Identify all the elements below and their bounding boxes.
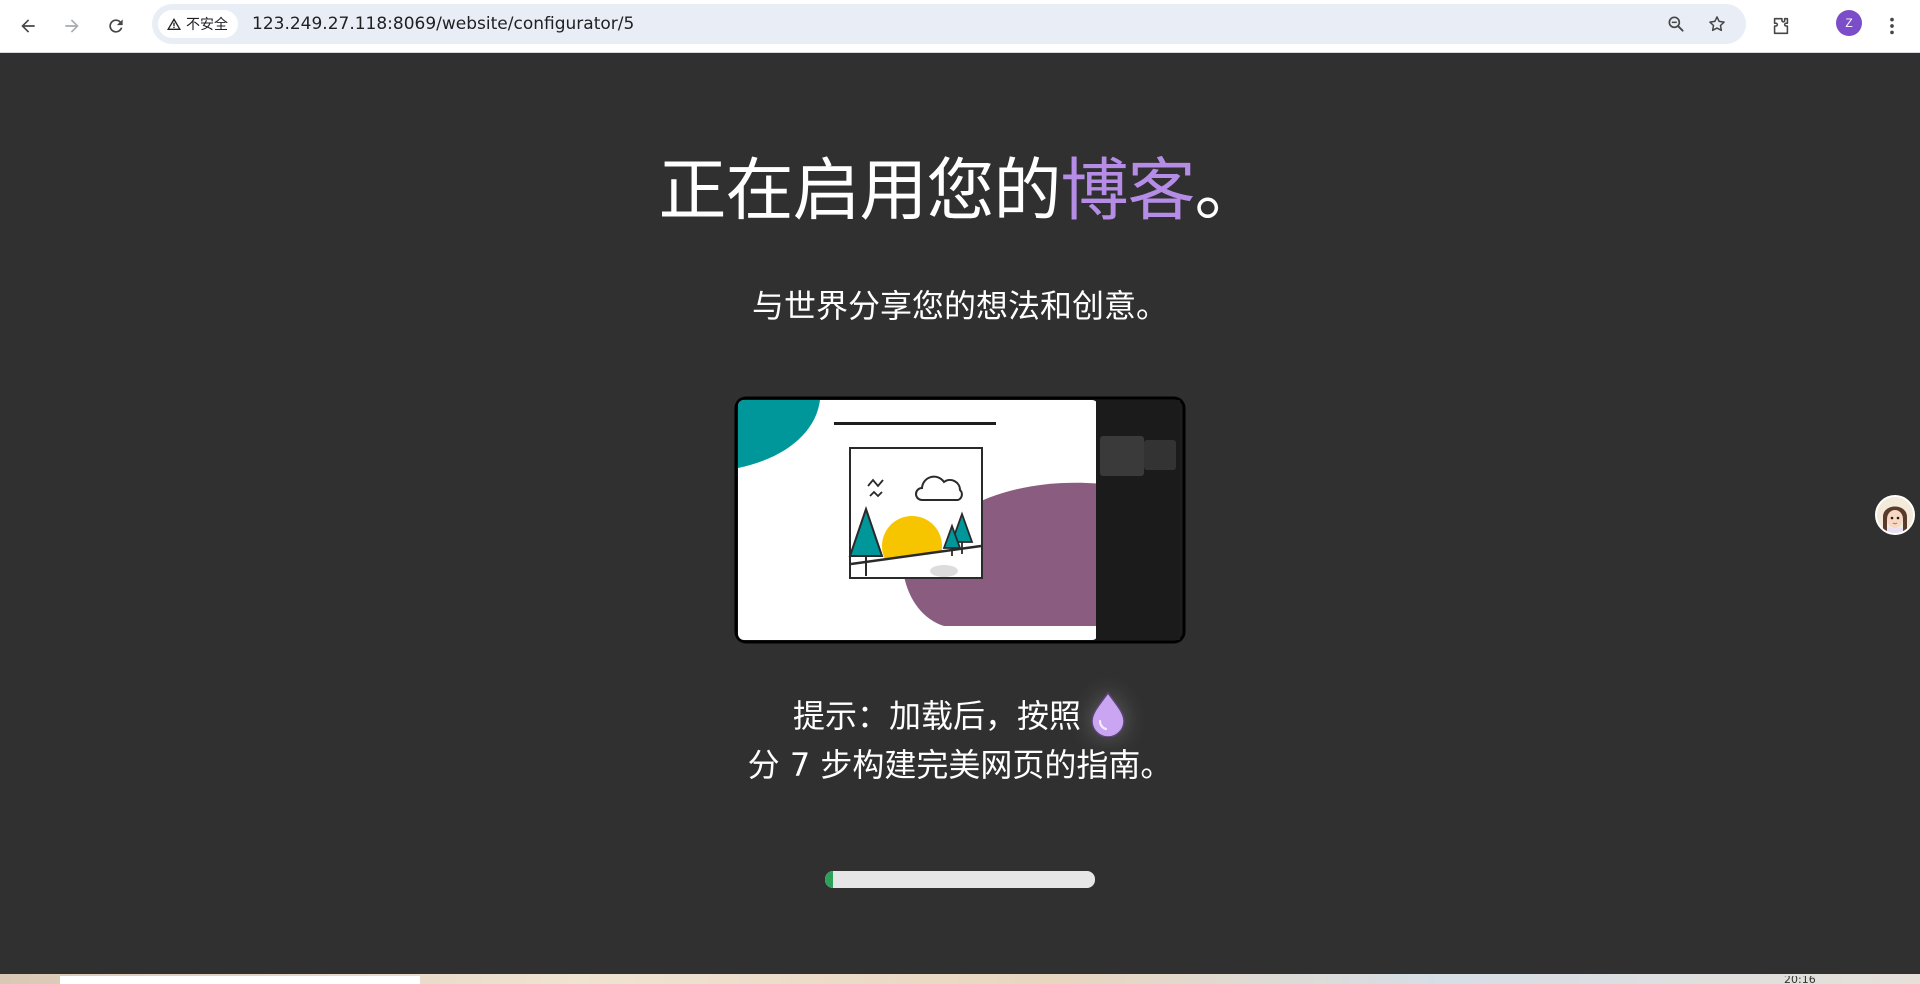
tip-text: 提示：加载后，按照 分 7 步构建完美网页的指南。 (0, 691, 1920, 789)
address-bar[interactable]: 不安全 123.249.27.118:8069/website/configur… (152, 4, 1746, 44)
tip-line-1-text: 提示：加载后，按照 (792, 697, 1081, 735)
page-title: 正在启用您的博客。 (0, 150, 1920, 234)
reload-icon (109, 19, 123, 33)
taskbar-clock: 20:16 (1784, 976, 1816, 984)
headline-bar (834, 422, 996, 425)
zoom-icon (1668, 16, 1684, 32)
sidebar-thumb (1144, 440, 1176, 470)
odoo-drop-icon (1091, 691, 1125, 737)
back-button[interactable] (12, 10, 44, 42)
forward-arrow-icon (65, 19, 79, 33)
profile-avatar[interactable]: Z (1836, 10, 1862, 36)
taskbar-window[interactable] (60, 976, 420, 984)
menu-button[interactable] (1876, 10, 1908, 42)
forward-button[interactable] (56, 10, 88, 42)
reload-button[interactable] (100, 10, 132, 42)
extensions-button[interactable] (1765, 10, 1797, 42)
tip-line-2: 分 7 步构建完美网页的指南。 (747, 746, 1173, 784)
url-text[interactable]: 123.249.27.118:8069/website/configurator… (252, 4, 634, 44)
title-accent: 博客 (1060, 152, 1195, 231)
warning-icon (167, 18, 181, 30)
sidebar-thumb (1100, 436, 1144, 476)
image-placeholder (848, 447, 983, 579)
zoom-button[interactable] (1664, 12, 1688, 36)
security-label: 不安全 (186, 17, 228, 33)
page-subtitle: 与世界分享您的想法和创意。 (751, 287, 1168, 325)
browser-toolbar: 不安全 123.249.27.118:8069/website/configur… (0, 0, 1920, 53)
extensions-icon (1773, 17, 1789, 35)
tip-line-1: 提示：加载后，按照 (0, 691, 1920, 741)
star-icon (1709, 16, 1725, 32)
security-chip[interactable]: 不安全 (158, 10, 238, 38)
loading-progress-bar (825, 871, 1095, 888)
progress-fill (825, 871, 834, 888)
more-vert-icon (1890, 17, 1894, 35)
blog-illustration (734, 396, 1186, 644)
title-end: 。 (1194, 152, 1263, 231)
avatar-face-icon (1877, 497, 1913, 533)
assistant-avatar[interactable] (1875, 495, 1915, 535)
title-main: 正在启用您的 (658, 152, 1061, 231)
back-arrow-icon (21, 19, 35, 33)
bookmark-button[interactable] (1705, 12, 1729, 36)
